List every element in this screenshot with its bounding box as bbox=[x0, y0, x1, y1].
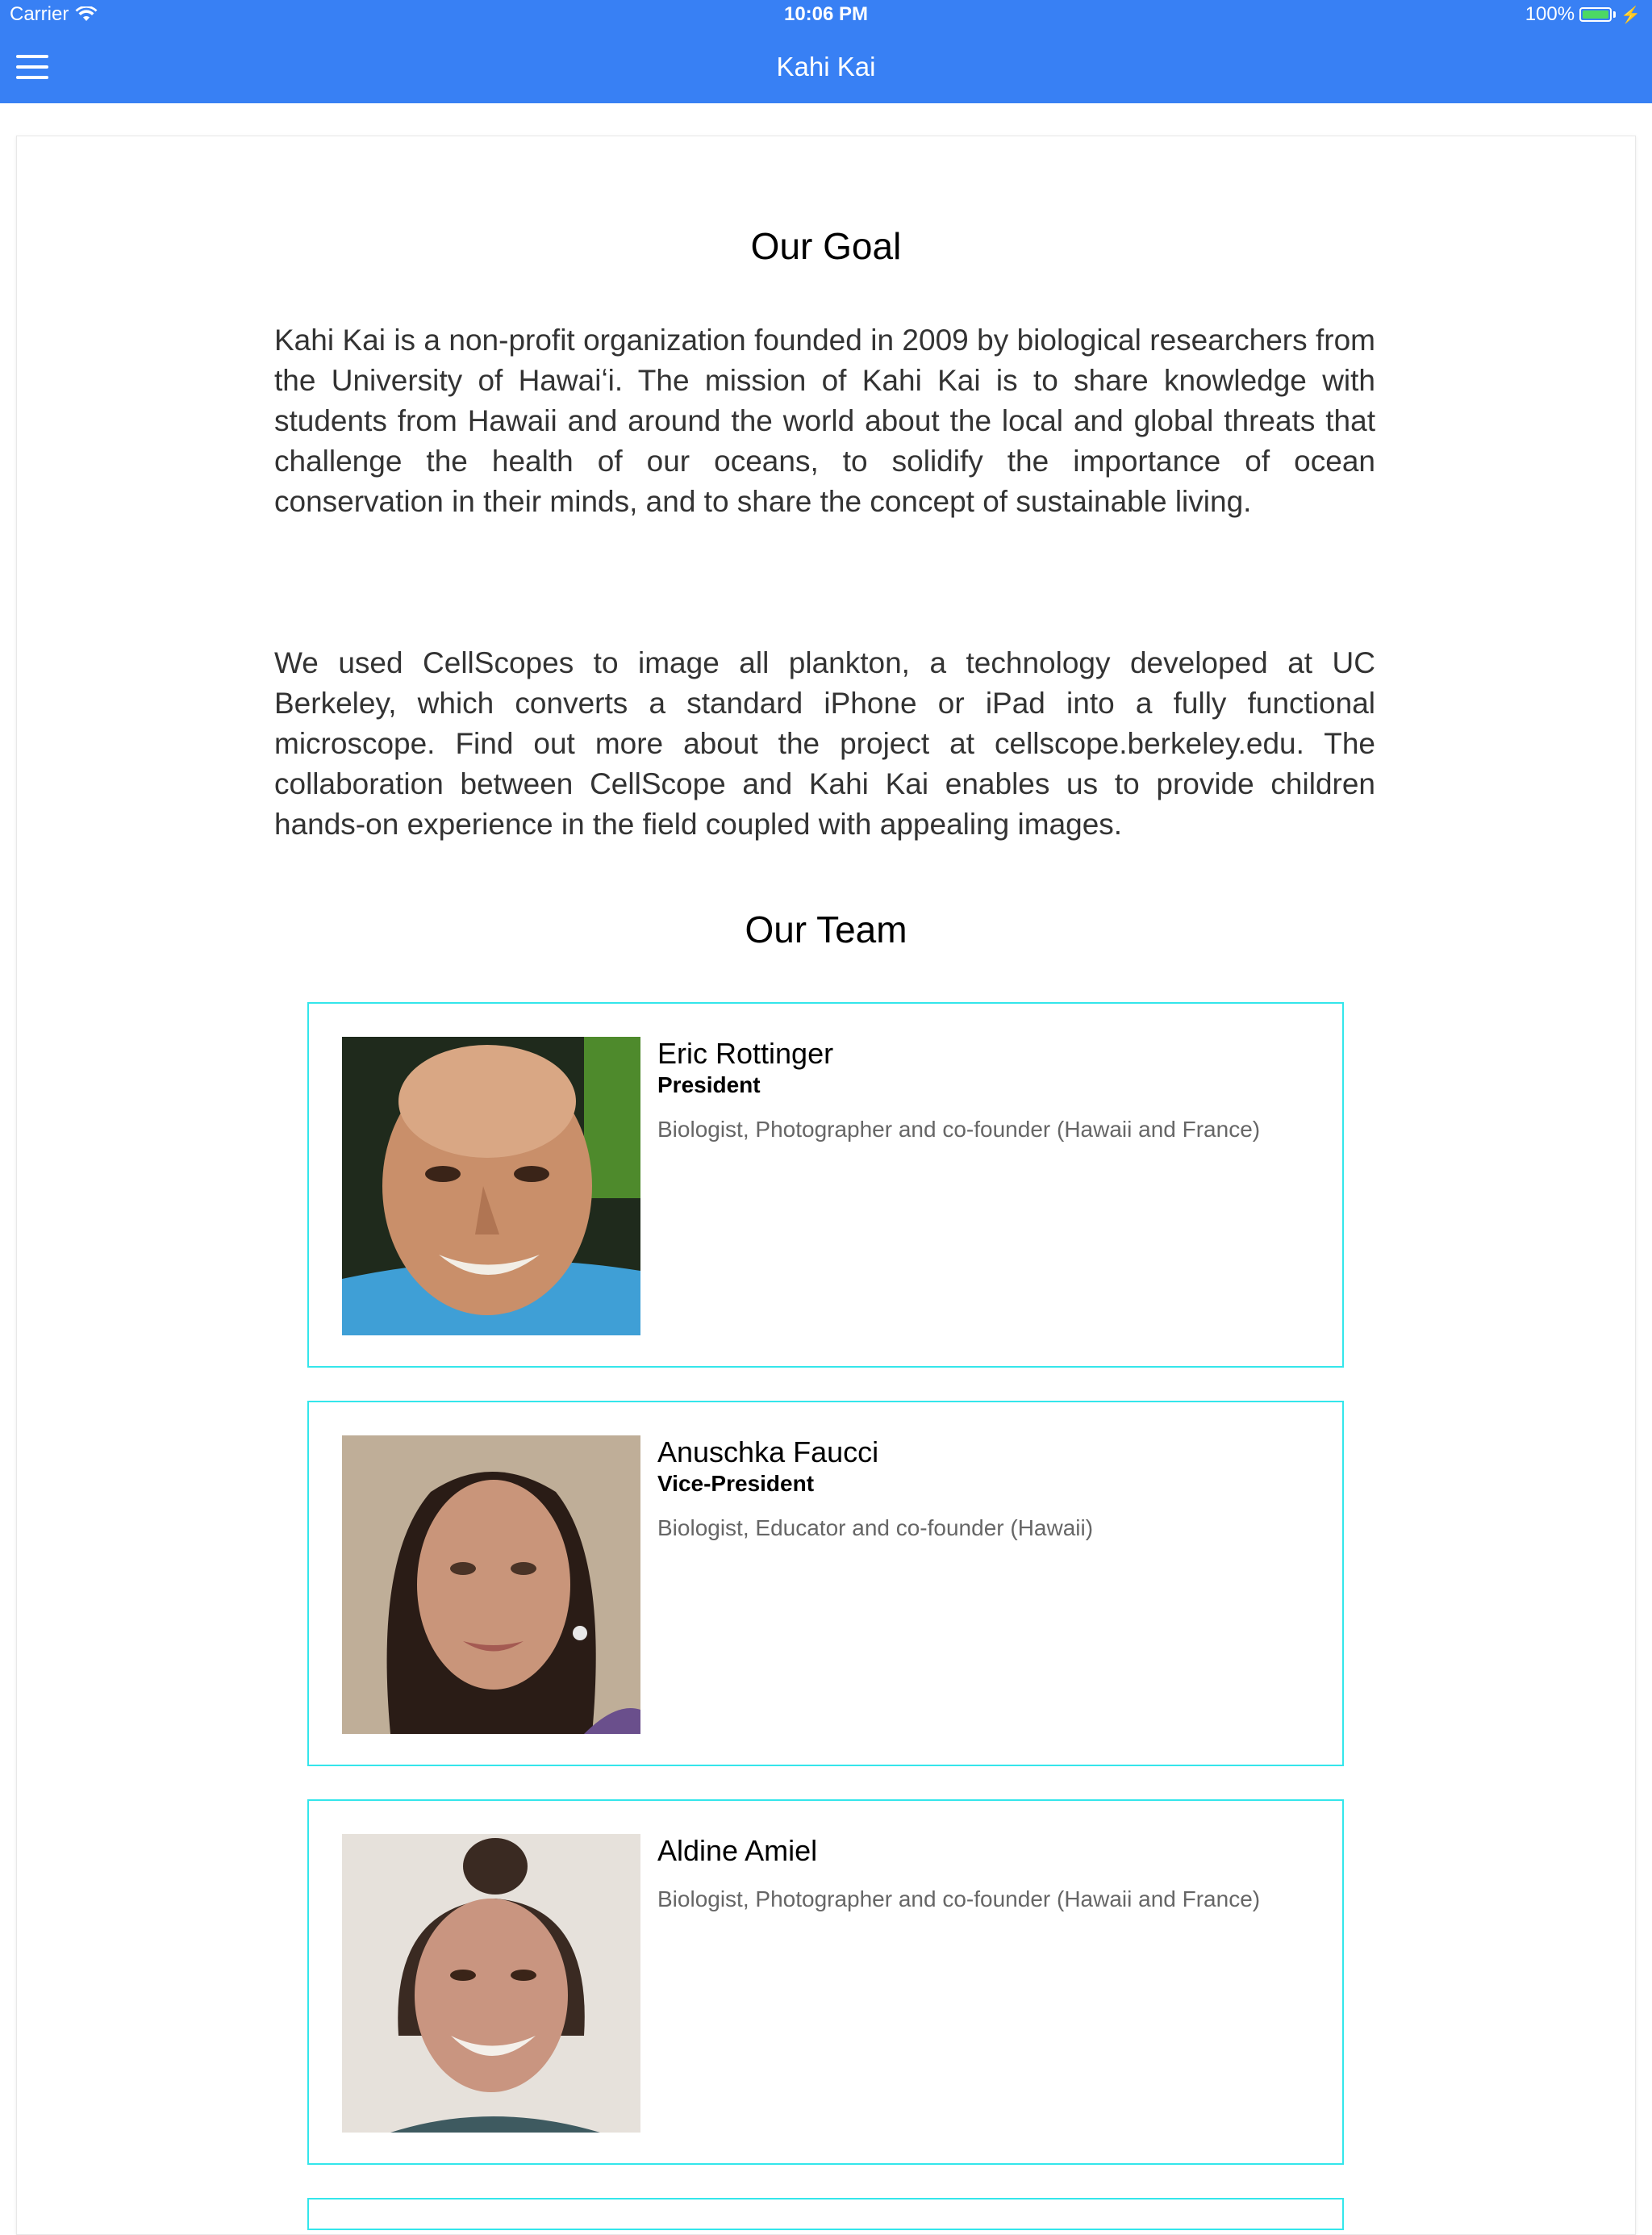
battery-fill bbox=[1583, 10, 1609, 19]
battery-icon bbox=[1579, 7, 1612, 22]
top-bar: Carrier 10:06 PM 100% ⚡ Kahi Kai bbox=[0, 0, 1652, 103]
avatar bbox=[342, 1834, 640, 2133]
team-member-card[interactable] bbox=[307, 2198, 1344, 2230]
status-time: 10:06 PM bbox=[783, 3, 869, 25]
goal-paragraph-mission: Kahi Kai is a non-profit organization fo… bbox=[274, 324, 1375, 518]
nav-title: Kahi Kai bbox=[776, 52, 876, 81]
battery-cap bbox=[1613, 11, 1617, 18]
portrait-photo-anuschka bbox=[342, 1435, 640, 1734]
member-name: Aldine Amiel bbox=[657, 1834, 818, 1867]
member-info: Eric Rottinger President Biologist, Phot… bbox=[657, 1036, 1326, 1144]
battery-indicator: 100% ⚡ bbox=[1525, 3, 1641, 26]
goal-paragraph-cellscope: We used CellScopes to image all plankton… bbox=[274, 646, 1375, 841]
member-bio: Biologist, Photographer and co-founder (… bbox=[657, 1886, 1261, 1911]
member-role: Vice-President bbox=[657, 1471, 815, 1496]
portrait-photo-aldine bbox=[342, 1834, 640, 2133]
goal-heading: Our Goal bbox=[750, 225, 902, 267]
member-role: President bbox=[657, 1072, 761, 1097]
member-bio: Biologist, Photographer and co-founder (… bbox=[657, 1117, 1261, 1142]
battery-percent: 100% bbox=[1525, 3, 1575, 25]
team-member-card[interactable]: Eric Rottinger President Biologist, Phot… bbox=[307, 1002, 1344, 1368]
member-info: Aldine Amiel Biologist, Photographer and… bbox=[657, 1833, 1326, 1914]
member-name: Anuschka Faucci bbox=[657, 1435, 879, 1468]
team-member-card[interactable]: Aldine Amiel Biologist, Photographer and… bbox=[307, 1799, 1344, 2165]
member-name: Eric Rottinger bbox=[657, 1037, 834, 1070]
portrait-photo-eric bbox=[342, 1037, 640, 1335]
member-bio: Biologist, Educator and co-founder (Hawa… bbox=[657, 1515, 1094, 1540]
avatar bbox=[342, 1435, 640, 1734]
team-heading: Our Team bbox=[745, 909, 907, 950]
team-member-card[interactable]: Anuschka Faucci Vice-President Biologist… bbox=[307, 1401, 1344, 1766]
member-info: Anuschka Faucci Vice-President Biologist… bbox=[657, 1435, 1326, 1543]
charging-bolt-icon: ⚡ bbox=[1621, 6, 1641, 24]
avatar bbox=[342, 1037, 640, 1335]
status-bar: Carrier 10:06 PM 100% ⚡ bbox=[0, 0, 1652, 32]
